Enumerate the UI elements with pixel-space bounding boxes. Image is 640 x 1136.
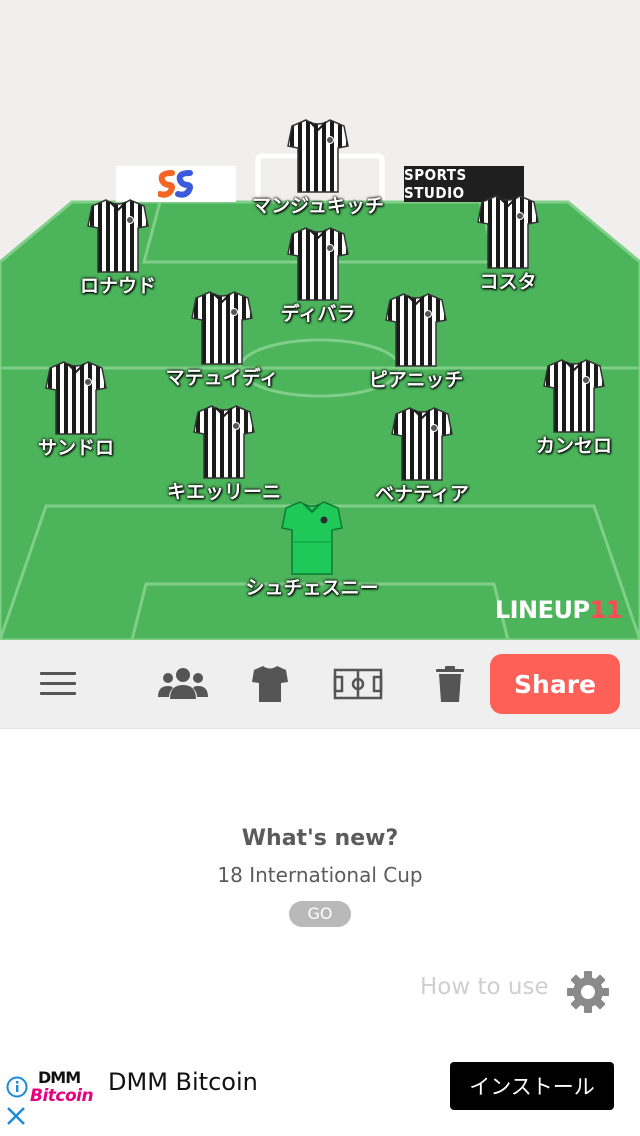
player-card[interactable]: マンジュキッチ xyxy=(238,116,398,218)
shirt-icon[interactable] xyxy=(248,662,292,706)
player-card[interactable]: キエッリーニ xyxy=(144,402,304,504)
player-card[interactable]: ピアニッチ xyxy=(336,290,496,392)
player-card[interactable]: ロナウド xyxy=(38,196,198,298)
jersey-icon xyxy=(87,199,149,273)
ss-logo-icon xyxy=(158,170,193,198)
whats-new-section: What's new? 18 International Cup GO xyxy=(0,826,640,927)
jersey-icon xyxy=(385,293,447,367)
jersey-icon xyxy=(391,407,453,481)
whats-new-subtitle: 18 International Cup xyxy=(217,863,423,887)
player-name: シュチェスニー xyxy=(245,577,379,599)
whats-new-title: What's new? xyxy=(241,826,399,851)
menu-icon[interactable] xyxy=(36,662,80,706)
how-to-use-link[interactable]: How to use xyxy=(420,974,549,1000)
dmm-bitcoin-logo: DMM Bitcoin xyxy=(30,1068,94,1106)
player-name: サンドロ xyxy=(37,437,114,459)
gear-icon[interactable] xyxy=(565,969,611,1019)
player-card-goalkeeper[interactable]: シュチェスニー xyxy=(232,498,392,600)
jersey-icon xyxy=(543,359,605,433)
share-button[interactable]: Share xyxy=(490,654,620,714)
trash-icon[interactable] xyxy=(430,662,470,706)
player-name: マテュイディ xyxy=(165,367,279,389)
jersey-icon xyxy=(45,361,107,435)
jersey-icon xyxy=(191,291,253,365)
field-icon[interactable] xyxy=(332,662,384,706)
pitch-area[interactable]: SPORTS STUDIO マンジュキッチ ロナウド ディバラ コスタ マテュイ… xyxy=(0,0,640,640)
team-icon[interactable] xyxy=(156,662,210,706)
jersey-icon xyxy=(287,119,349,193)
player-name: ピアニッチ xyxy=(368,369,464,391)
player-card[interactable]: マテュイディ xyxy=(142,288,302,390)
lineup11-watermark: LINEUP11 xyxy=(494,596,623,624)
player-name: マンジュキッチ xyxy=(252,195,384,217)
player-card[interactable]: コスタ xyxy=(428,192,588,294)
toolbar: Share xyxy=(0,640,640,729)
install-button[interactable]: インストール xyxy=(450,1062,614,1110)
player-card[interactable]: サンドロ xyxy=(0,358,156,460)
jersey-icon xyxy=(477,195,539,269)
jersey-icon xyxy=(193,405,255,479)
ad-title: DMM Bitcoin xyxy=(108,1068,258,1096)
info-icon[interactable] xyxy=(6,1076,28,1102)
ad-banner[interactable]: DMM Bitcoin DMM Bitcoin インストール xyxy=(0,1056,640,1136)
go-button[interactable]: GO xyxy=(289,901,351,927)
player-name: カンセロ xyxy=(535,435,612,457)
close-icon[interactable] xyxy=(6,1106,26,1130)
player-card[interactable]: ベナティア xyxy=(342,404,502,506)
goalkeeper-jersey-icon xyxy=(281,501,343,575)
player-card[interactable]: カンセロ xyxy=(494,356,640,458)
